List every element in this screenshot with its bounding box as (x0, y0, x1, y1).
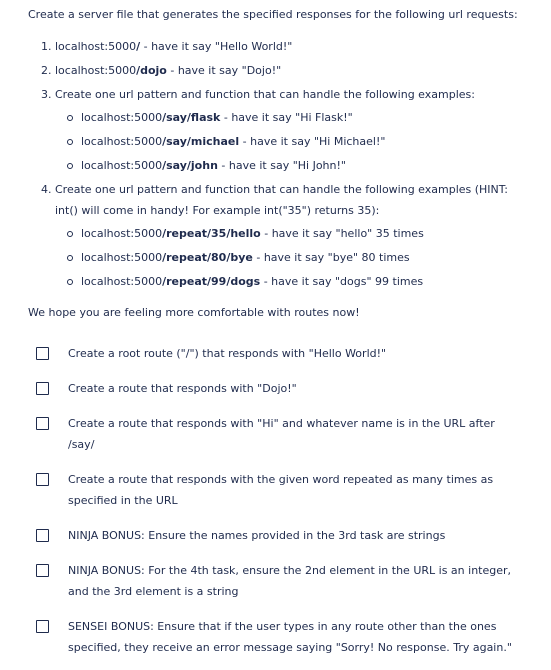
task-item: localhost:5000/dojo - have it say "Dojo!… (55, 60, 523, 81)
example-item: localhost:5000/repeat/35/hello - have it… (67, 223, 523, 244)
task-description: - have it say "Hello World!" (140, 40, 293, 53)
example-description: - have it say "hello" 35 times (260, 227, 424, 240)
url-path: /repeat/35/hello (162, 227, 261, 240)
checklist-item: Create a route that responds with "Hi" a… (28, 413, 523, 455)
task-description: Create one url pattern and function that… (55, 88, 475, 101)
task-item: localhost:5000/ - have it say "Hello Wor… (55, 36, 523, 57)
task-list: localhost:5000/ - have it say "Hello Wor… (28, 36, 523, 292)
checklist-item: SENSEI BONUS: Ensure that if the user ty… (28, 616, 523, 658)
checkbox[interactable] (36, 417, 49, 430)
checklist-label: SENSEI BONUS: Ensure that if the user ty… (68, 620, 512, 654)
checkbox[interactable] (36, 382, 49, 395)
checklist-label: Create a root route ("/") that responds … (68, 347, 387, 360)
task-description: - have it say "Dojo!" (166, 64, 282, 77)
url-host: localhost:5000 (55, 40, 137, 53)
example-description: - have it say "Hi Flask!" (220, 111, 353, 124)
example-list: localhost:5000/say/flask - have it say "… (55, 107, 523, 176)
checklist-item: NINJA BONUS: For the 4th task, ensure th… (28, 560, 523, 602)
url-host: localhost:5000 (81, 275, 163, 288)
example-description: - have it say "Hi Michael!" (239, 135, 386, 148)
task-item: Create one url pattern and function that… (55, 179, 523, 292)
checklist-label: Create a route that responds with "Dojo!… (68, 382, 297, 395)
task-description: Create one url pattern and function that… (55, 183, 508, 217)
url-path: /say/michael (162, 135, 240, 148)
example-description: - have it say "Hi John!" (217, 159, 346, 172)
url-host: localhost:5000 (81, 159, 163, 172)
example-list: localhost:5000/repeat/35/hello - have it… (55, 223, 523, 292)
checklist-item: Create a route that responds with "Dojo!… (28, 378, 523, 399)
url-path: /repeat/80/bye (162, 251, 253, 264)
checklist-label: NINJA BONUS: For the 4th task, ensure th… (68, 564, 512, 598)
example-item: localhost:5000/say/flask - have it say "… (67, 107, 523, 128)
checkbox[interactable] (36, 473, 49, 486)
url-host: localhost:5000 (81, 227, 163, 240)
url-path: /say/john (162, 159, 218, 172)
intro-text: Create a server file that generates the … (28, 8, 518, 21)
checklist-item: NINJA BONUS: Ensure the names provided i… (28, 525, 523, 546)
url-host: localhost:5000 (55, 64, 137, 77)
example-item: localhost:5000/say/john - have it say "H… (67, 155, 523, 176)
checkbox[interactable] (36, 529, 49, 542)
example-description: - have it say "bye" 80 times (252, 251, 410, 264)
checklist-item: Create a route that responds with the gi… (28, 469, 523, 511)
checklist-label: NINJA BONUS: Ensure the names provided i… (68, 529, 446, 542)
task-item: Create one url pattern and function that… (55, 84, 523, 176)
checkbox[interactable] (36, 347, 49, 360)
url-host: localhost:5000 (81, 251, 163, 264)
url-path: /repeat/99/dogs (162, 275, 261, 288)
example-item: localhost:5000/repeat/80/bye - have it s… (67, 247, 523, 268)
example-item: localhost:5000/repeat/99/dogs - have it … (67, 271, 523, 292)
outro-text: We hope you are feeling more comfortable… (28, 306, 360, 319)
url-path: /say/flask (162, 111, 221, 124)
checklist-label: Create a route that responds with the gi… (68, 473, 494, 507)
url-host: localhost:5000 (81, 111, 163, 124)
checklist-item: Create a root route ("/") that responds … (28, 343, 523, 364)
checkbox[interactable] (36, 620, 49, 633)
url-host: localhost:5000 (81, 135, 163, 148)
example-item: localhost:5000/say/michael - have it say… (67, 131, 523, 152)
url-path: /dojo (136, 64, 167, 77)
assignment-content: Create a server file that generates the … (0, 0, 551, 658)
checkbox[interactable] (36, 564, 49, 577)
checklist-label: Create a route that responds with "Hi" a… (68, 417, 495, 451)
checklist: Create a root route ("/") that responds … (28, 343, 523, 658)
example-description: - have it say "dogs" 99 times (260, 275, 424, 288)
